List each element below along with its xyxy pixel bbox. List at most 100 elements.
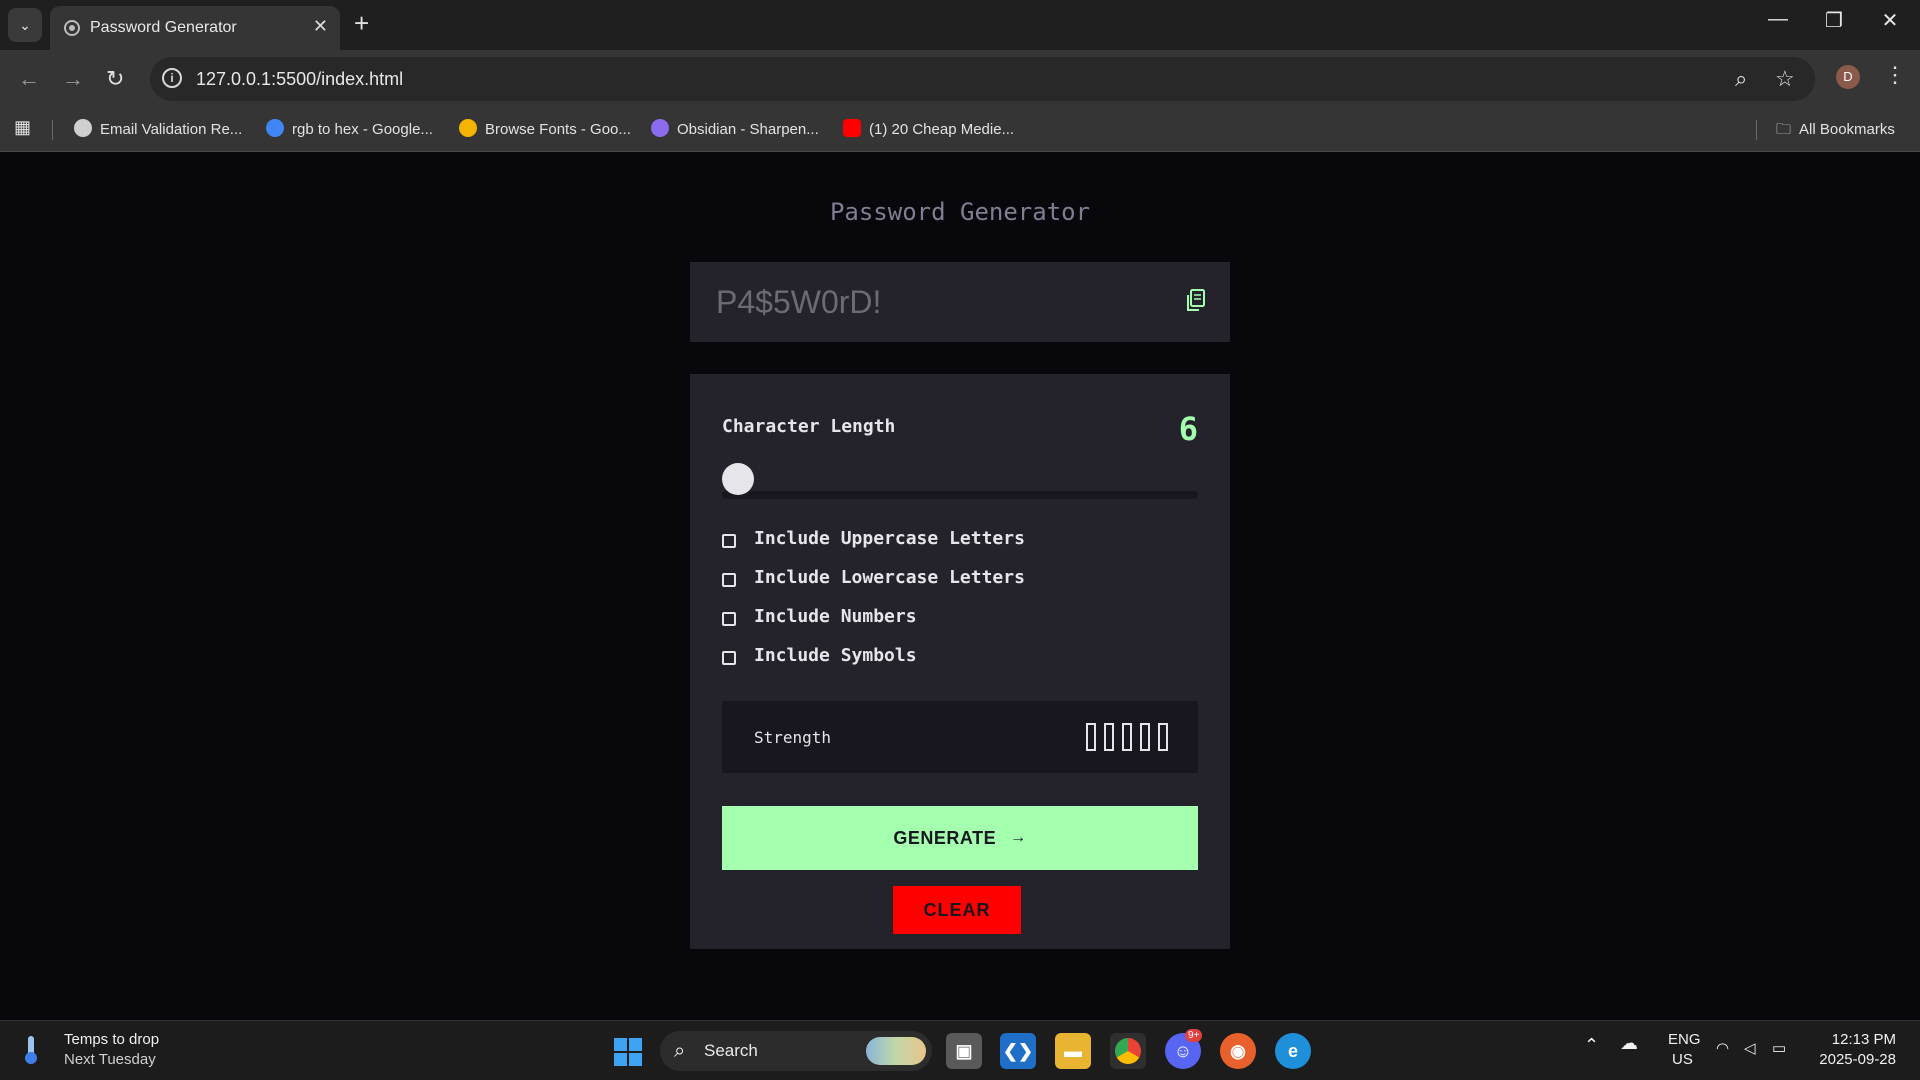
browser-toolbar: ← → ↻ i 127.0.0.1:5500/index.html ⌕ ☆ D …: [0, 50, 1920, 108]
firefox-icon[interactable]: ◉: [1220, 1033, 1256, 1069]
file-explorer-icon[interactable]: ▬: [1055, 1033, 1091, 1069]
bookmark-favicon-icon: [74, 119, 92, 137]
language-code[interactable]: ENG: [1668, 1031, 1701, 1048]
all-bookmarks-label: All Bookmarks: [1799, 121, 1895, 138]
length-value: 6: [1178, 410, 1198, 448]
onedrive-cloud-icon[interactable]: ☁: [1620, 1033, 1638, 1054]
youtube-icon: [843, 119, 861, 137]
bookmark-label: Browse Fonts - Goo...: [485, 121, 631, 138]
edge-icon[interactable]: e: [1275, 1033, 1311, 1069]
copy-icon[interactable]: [1184, 288, 1206, 314]
length-label: Character Length: [722, 416, 896, 437]
chrome-icon[interactable]: [1110, 1033, 1146, 1069]
all-bookmarks-button[interactable]: 🗀 All Bookmarks: [1776, 119, 1895, 144]
option-label: Include Lowercase Letters: [754, 567, 1025, 588]
minimize-button[interactable]: —: [1758, 8, 1798, 31]
weather-headline[interactable]: Temps to drop: [64, 1031, 159, 1048]
new-tab-button[interactable]: +: [354, 9, 369, 37]
option-label: Include Uppercase Letters: [754, 528, 1025, 549]
tab-title: Password Generator: [90, 19, 237, 36]
url-text[interactable]: 127.0.0.1:5500/index.html: [196, 69, 403, 90]
folder-icon: 🗀: [1776, 121, 1792, 138]
strength-bar: [1140, 723, 1150, 751]
page-title: Password Generator: [829, 198, 1091, 226]
bookmark-item[interactable]: Email Validation Re...: [74, 119, 242, 138]
bookmark-label: (1) 20 Cheap Medie...: [869, 121, 1015, 138]
bookmark-star-icon[interactable]: ☆: [1775, 66, 1795, 92]
search-highlight-image: [866, 1037, 926, 1065]
page-content: Password Generator P4$5W0rD! Character L…: [0, 152, 1920, 1020]
option-label: Include Numbers: [754, 606, 917, 627]
numbers-checkbox[interactable]: [722, 612, 736, 626]
divider: [1756, 120, 1757, 140]
symbols-checkbox[interactable]: [722, 651, 736, 665]
volume-icon[interactable]: ◁: [1744, 1039, 1756, 1057]
restore-button[interactable]: ❐: [1814, 8, 1854, 33]
notification-badge: 9+: [1185, 1029, 1203, 1042]
generate-label: GENERATE: [893, 827, 997, 848]
weather-subline[interactable]: Next Tuesday: [64, 1051, 156, 1068]
wifi-icon[interactable]: ◠: [1716, 1039, 1729, 1057]
taskbar: Temps to drop Next Tuesday ⌕ Search ▣ ❮❯…: [0, 1020, 1920, 1080]
bookmark-label: rgb to hex - Google...: [292, 121, 433, 138]
bookmark-item[interactable]: Browse Fonts - Goo...: [459, 119, 631, 138]
google-fonts-icon: [459, 119, 477, 137]
zoom-icon[interactable]: ⌕: [1735, 66, 1747, 92]
battery-icon[interactable]: ▭: [1772, 1039, 1786, 1057]
bookmark-item[interactable]: rgb to hex - Google...: [266, 119, 433, 138]
bookmark-item[interactable]: Obsidian - Sharpen...: [651, 119, 819, 138]
menu-icon[interactable]: ⋮: [1884, 62, 1906, 88]
windows-start-icon[interactable]: [614, 1038, 642, 1066]
tab-bar: ⌄ Password Generator ✕ + — ❐ ✕: [0, 0, 1920, 50]
region-code[interactable]: US: [1672, 1051, 1693, 1068]
clock-time[interactable]: 12:13 PM: [1832, 1031, 1896, 1048]
close-tab-icon[interactable]: ✕: [313, 16, 328, 37]
length-slider-track[interactable]: [722, 491, 1198, 499]
back-button[interactable]: ←: [18, 66, 40, 92]
generate-button[interactable]: GENERATE →: [722, 806, 1198, 870]
divider: [52, 120, 53, 140]
vscode-icon[interactable]: ❮❯: [1000, 1033, 1036, 1069]
forward-button[interactable]: →: [62, 66, 84, 92]
tab-password-generator[interactable]: Password Generator ✕: [50, 6, 340, 50]
clock-date[interactable]: 2025-09-28: [1819, 1051, 1896, 1068]
uppercase-checkbox[interactable]: [722, 534, 736, 548]
apps-grid-icon[interactable]: ▦: [14, 117, 31, 138]
thermometer-icon[interactable]: [24, 1035, 38, 1065]
bookmark-label: Obsidian - Sharpen...: [677, 121, 819, 138]
strength-bar: [1086, 723, 1096, 751]
clear-label: CLEAR: [923, 899, 991, 920]
strength-bar: [1122, 723, 1132, 751]
bookmarks-bar: ▦ Email Validation Re... rgb to hex - Go…: [0, 108, 1920, 152]
password-output: P4$5W0rD!: [690, 262, 1230, 342]
strength-label: Strength: [754, 728, 832, 747]
strength-meter: Strength: [722, 701, 1198, 773]
reload-button[interactable]: ↻: [106, 66, 124, 92]
globe-icon: [64, 20, 80, 36]
profile-avatar[interactable]: D: [1836, 65, 1860, 89]
lowercase-checkbox[interactable]: [722, 573, 736, 587]
tab-search-button[interactable]: ⌄: [8, 8, 42, 42]
bookmark-item[interactable]: (1) 20 Cheap Medie...: [843, 119, 1014, 138]
task-view-icon[interactable]: ▣: [946, 1033, 982, 1069]
clear-button[interactable]: CLEAR: [893, 886, 1021, 934]
close-window-button[interactable]: ✕: [1870, 8, 1910, 33]
search-icon: ⌕: [674, 1040, 686, 1062]
settings-panel: Character Length 6 Include Uppercase Let…: [690, 374, 1230, 949]
site-info-icon[interactable]: i: [162, 68, 182, 88]
arrow-right-icon: →: [1010, 829, 1027, 846]
chevron-down-icon: ⌄: [19, 16, 31, 33]
google-icon: [266, 119, 284, 137]
obsidian-icon: [651, 119, 669, 137]
search-label: Search: [704, 1041, 758, 1060]
taskbar-search[interactable]: ⌕ Search: [660, 1031, 932, 1071]
strength-bars: [1086, 723, 1168, 751]
option-label: Include Symbols: [754, 645, 917, 666]
password-text: P4$5W0rD!: [716, 284, 882, 320]
length-slider-thumb[interactable]: [722, 463, 754, 495]
address-bar[interactable]: i 127.0.0.1:5500/index.html ⌕ ☆: [150, 57, 1815, 101]
strength-bar: [1104, 723, 1114, 751]
strength-bar: [1158, 723, 1168, 751]
bookmark-label: Email Validation Re...: [100, 121, 243, 138]
chevron-up-icon[interactable]: ⌃: [1584, 1035, 1599, 1056]
